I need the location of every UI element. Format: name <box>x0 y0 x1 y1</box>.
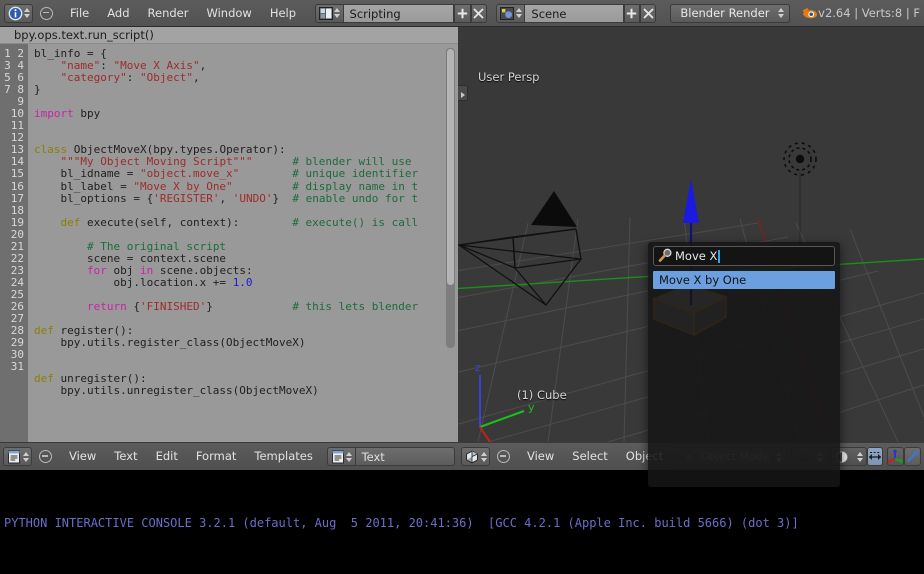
delete-screen-layout-button[interactable] <box>470 3 487 23</box>
screen-layout-selector[interactable] <box>314 3 343 23</box>
svg-text:y: y <box>528 401 535 414</box>
snap-magnet-icon <box>869 451 881 460</box>
status-info-text: v2.64 | Verts:8 | F <box>818 6 921 20</box>
text-editor-type-spinner-icon <box>22 449 29 464</box>
toolshelf-toggle-tab[interactable] <box>458 85 468 101</box>
search-query-text: Move X <box>675 249 718 263</box>
magnifier-icon <box>658 248 674 264</box>
text-caret <box>718 249 720 263</box>
viewport-editor-type-spinner-icon <box>480 449 487 464</box>
render-engine-label: Blender Render <box>680 6 770 20</box>
text-menu-view[interactable]: View <box>60 447 105 466</box>
snap-toggle-button[interactable] <box>867 447 883 466</box>
3d-view-icon <box>464 449 480 464</box>
blender-logo-icon <box>802 6 818 21</box>
text-editor-type-selector[interactable] <box>3 447 32 466</box>
editor-type-selector[interactable] <box>4 3 33 23</box>
text-menu-format[interactable]: Format <box>187 447 246 466</box>
viewport-active-object-label: (1) Cube <box>517 388 567 402</box>
search-result-item[interactable]: Move X by One <box>653 271 835 289</box>
code-text[interactable]: bl_info = { "name": "Move X Axis", "cate… <box>28 44 458 442</box>
translate-arrow-icon <box>906 451 918 463</box>
svg-text:z: z <box>475 361 481 374</box>
view-menu-select[interactable]: Select <box>563 447 616 466</box>
text-datablock-icon <box>330 449 346 464</box>
blender-window: File Add Render Window Help Scripting Sc… <box>0 0 924 574</box>
menu-file[interactable]: File <box>61 4 98 23</box>
screen-layout-field[interactable]: Scripting <box>342 3 455 23</box>
editor-type-spinner-icon <box>23 6 30 21</box>
menu-window[interactable]: Window <box>197 4 260 23</box>
top-header-bar: File Add Render Window Help Scripting Sc… <box>0 0 924 27</box>
viewport-view-label: User Persp <box>478 70 540 84</box>
console-banner: PYTHON INTERACTIVE CONSOLE 3.2.1 (defaul… <box>4 516 799 530</box>
collapse-footer-menu-icon[interactable] <box>39 450 52 463</box>
view-menu-view[interactable]: View <box>518 447 563 466</box>
transform-manipulator-toggle[interactable] <box>886 447 904 466</box>
text-editor-scrollbar[interactable] <box>446 48 455 348</box>
render-engine-spinner-icon <box>778 6 785 21</box>
text-editor-area: bpy.ops.text.run_script() 1 2 3 4 5 6 7 … <box>0 27 458 442</box>
line-number-gutter: 1 2 3 4 5 6 7 8 9 10 11 12 13 14 15 16 1… <box>0 44 28 442</box>
pivot-spinner-icon <box>856 449 863 464</box>
screen-layout-icon <box>318 6 334 21</box>
text-editor-path-label: bpy.ops.text.run_script() <box>0 27 458 44</box>
code-view[interactable]: 1 2 3 4 5 6 7 8 9 10 11 12 13 14 15 16 1… <box>0 44 458 442</box>
text-editor-footer: View Text Edit Format Templates Text <box>0 442 458 470</box>
viewport-editor-type-selector[interactable] <box>461 447 490 466</box>
add-screen-layout-button[interactable] <box>454 3 471 23</box>
scene-selector[interactable] <box>496 3 525 23</box>
text-datablock-spinner-icon <box>346 449 353 464</box>
delete-scene-button[interactable] <box>639 3 657 23</box>
info-editor-icon <box>7 6 23 21</box>
operator-search-popup[interactable]: Move X Move X by One <box>648 242 840 487</box>
text-menu-edit[interactable]: Edit <box>147 447 187 466</box>
translate-manipulator-button[interactable] <box>903 447 921 466</box>
collapse-viewport-menu-icon[interactable] <box>497 450 510 463</box>
menu-render[interactable]: Render <box>139 4 198 23</box>
scene-name-field[interactable]: Scene <box>524 3 624 23</box>
collapse-menu-icon[interactable] <box>40 6 53 20</box>
scene-spinner-icon <box>515 6 522 21</box>
transform-manipulator-icon <box>887 449 903 464</box>
screen-layout-spinner-icon <box>334 6 341 21</box>
text-datablock-name[interactable]: Text <box>354 447 455 466</box>
text-editor-icon <box>6 449 22 464</box>
text-datablock-selector[interactable] <box>326 447 355 466</box>
menu-help[interactable]: Help <box>261 4 305 23</box>
add-scene-button[interactable] <box>623 3 640 23</box>
text-menu-text[interactable]: Text <box>105 447 146 466</box>
scene-icon <box>499 6 515 21</box>
menu-add[interactable]: Add <box>98 4 138 23</box>
render-engine-selector[interactable]: Blender Render <box>670 3 790 23</box>
search-input[interactable]: Move X <box>653 246 835 266</box>
text-menu-templates[interactable]: Templates <box>245 447 321 466</box>
